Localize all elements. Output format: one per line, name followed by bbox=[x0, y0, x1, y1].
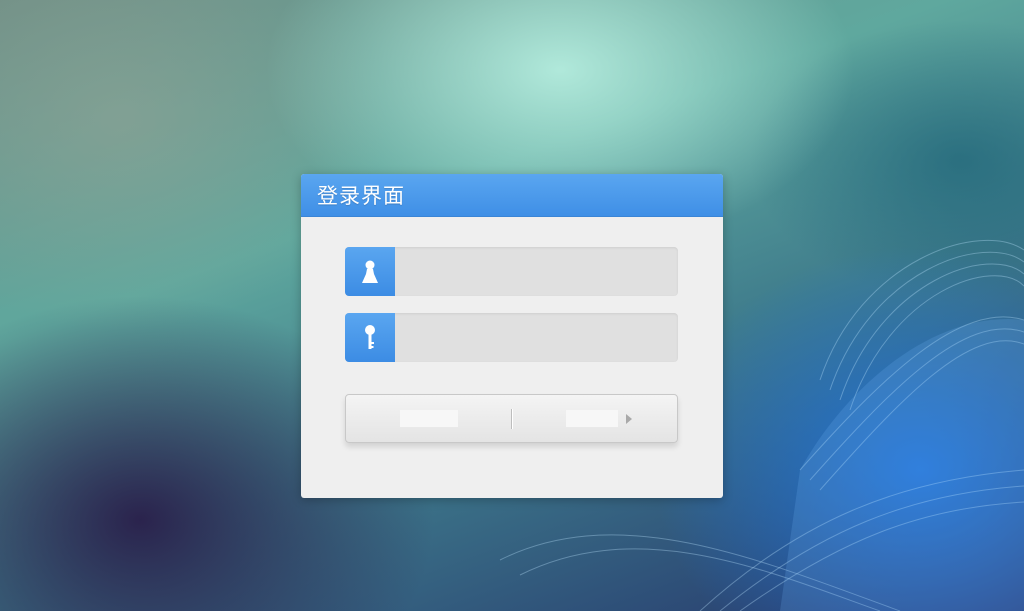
password-field[interactable] bbox=[345, 313, 678, 362]
username-input[interactable] bbox=[395, 247, 678, 296]
reset-button-label bbox=[565, 410, 618, 427]
desktop-background: 登录界面 bbox=[0, 0, 1024, 611]
login-button[interactable] bbox=[346, 395, 511, 442]
caret-right-icon bbox=[625, 413, 632, 424]
user-icon bbox=[345, 247, 395, 296]
login-panel: 登录界面 bbox=[301, 174, 723, 498]
key-icon bbox=[345, 313, 395, 362]
login-button-label bbox=[399, 410, 458, 427]
panel-header: 登录界面 bbox=[301, 174, 723, 217]
username-field[interactable] bbox=[345, 247, 678, 296]
reset-button[interactable] bbox=[512, 395, 677, 442]
password-input[interactable] bbox=[395, 313, 678, 362]
button-bar bbox=[345, 394, 678, 443]
panel-title: 登录界面 bbox=[317, 184, 405, 208]
